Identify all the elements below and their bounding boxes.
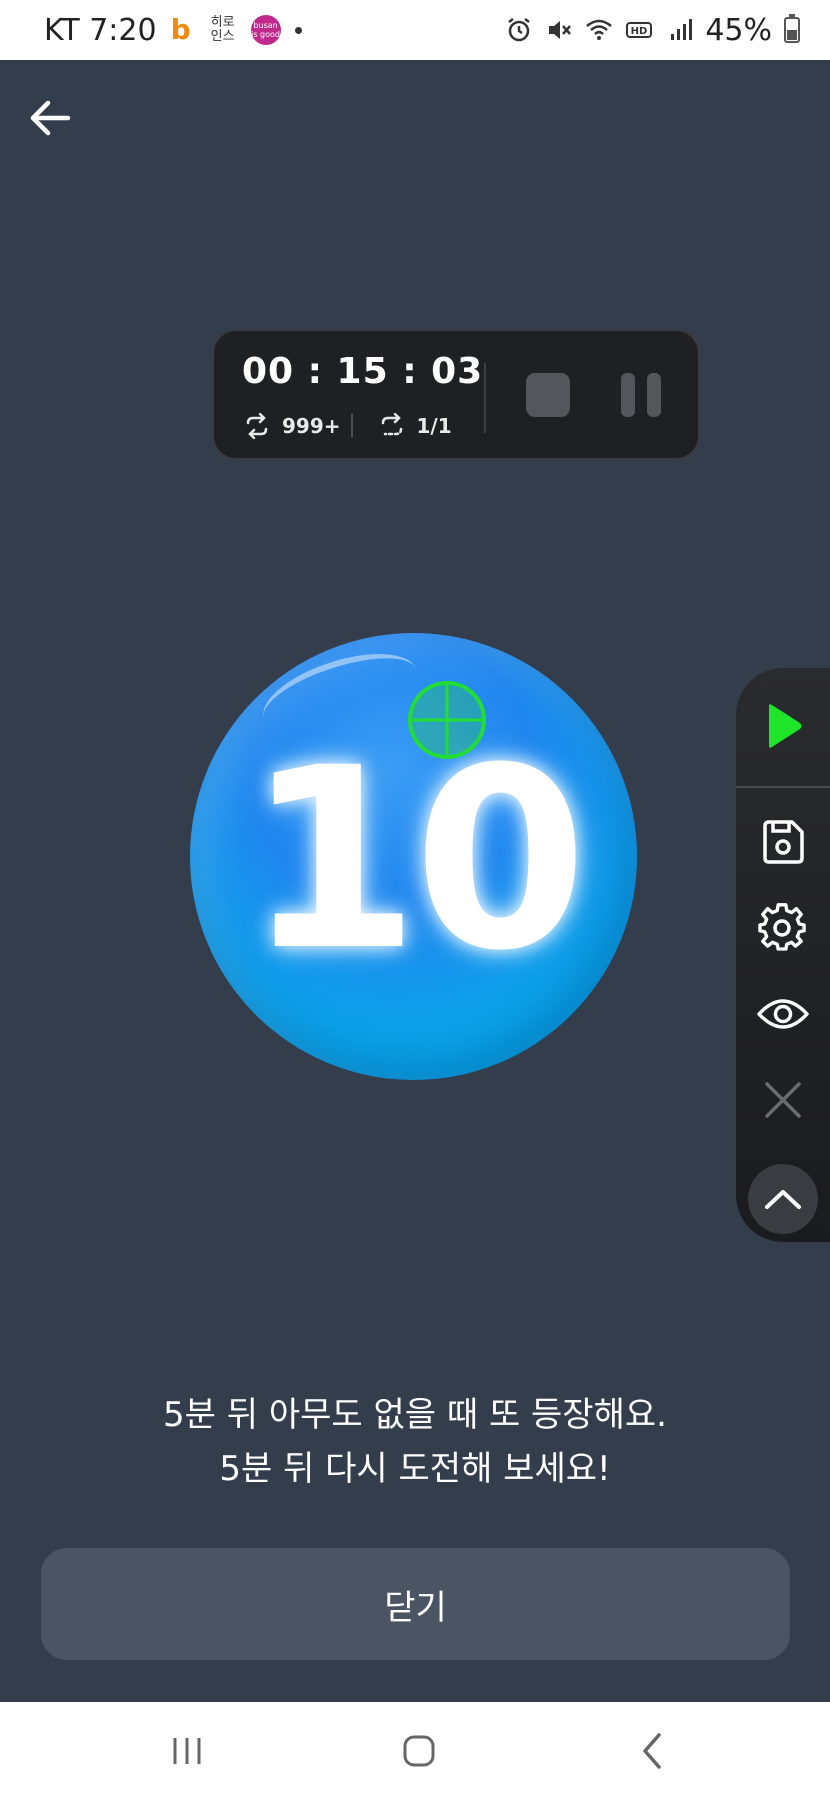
app-hiro-icon: 히로 인스 (210, 15, 235, 44)
home-button[interactable] (394, 1726, 444, 1776)
stop-button[interactable] (526, 373, 570, 417)
mute-icon (549, 21, 572, 39)
ball-number: 10 (245, 714, 588, 1005)
save-icon (763, 820, 804, 864)
stats-divider (350, 414, 353, 438)
alarm-icon (508, 18, 531, 42)
visibility-button[interactable] (753, 984, 813, 1044)
info-message: 5분 뒤 아무도 없을 때 또 등장해요. 5분 뒤 다시 도전해 보세요! (0, 1388, 830, 1496)
repeat-count: 999+ (282, 414, 341, 438)
play-button[interactable] (753, 696, 813, 756)
settings-button[interactable] (753, 898, 813, 958)
message-line-2: 5분 뒤 다시 도전해 보세요! (219, 1449, 611, 1489)
arrow-left-icon (30, 100, 71, 136)
app-b-icon: b (170, 13, 191, 46)
close-button[interactable]: 닫기 (41, 1548, 790, 1660)
eye-icon (757, 999, 809, 1029)
number-ball[interactable]: 10 (190, 633, 637, 1080)
gear-icon (758, 903, 806, 951)
status-bar: KT 7:20 b 히로 인스 busan is good HD 45% (0, 0, 830, 60)
close-icon (765, 1082, 801, 1118)
battery-icon (784, 14, 800, 43)
collapse-toolbar-button[interactable] (748, 1164, 818, 1234)
wifi-icon (586, 19, 613, 40)
back-button[interactable] (24, 92, 76, 144)
app-busan-icon: busan is good (250, 15, 281, 45)
panel-divider (484, 363, 486, 433)
recent-apps-icon (173, 1738, 201, 1764)
status-left: KT 7:20 b 히로 인스 busan is good (44, 13, 302, 48)
carrier-time: KT 7:20 (44, 12, 157, 48)
hd-icon: HD (626, 22, 653, 38)
round-count: 1/1 (416, 414, 452, 438)
toolbar-divider (736, 786, 830, 788)
battery-percent: 45% (705, 12, 772, 48)
system-back-button[interactable] (628, 1726, 678, 1776)
pause-button[interactable] (619, 373, 663, 417)
navigation-bar (0, 1702, 830, 1798)
timer-time: 00 : 15 : 03 (242, 351, 484, 392)
notification-dot-icon (294, 26, 302, 34)
save-button[interactable] (753, 812, 813, 872)
play-icon (769, 704, 802, 748)
status-right: HD 45% (505, 13, 800, 48)
timer-stats: 999+ 1/1 (242, 413, 452, 439)
round-icon (381, 413, 402, 436)
home-icon (403, 1735, 435, 1767)
chevron-up-icon (765, 1190, 801, 1209)
side-toolbar (736, 668, 830, 1242)
back-icon (643, 1733, 661, 1769)
repeat-icon (246, 413, 268, 439)
svg-text:HD: HD (631, 26, 648, 37)
message-line-1: 5분 뒤 아무도 없을 때 또 등장해요. (163, 1395, 667, 1435)
close-toolbar-button[interactable] (753, 1070, 813, 1130)
recent-apps-button[interactable] (162, 1726, 212, 1776)
signal-icon (671, 19, 693, 40)
timer-panel: 00 : 15 : 03 999+ 1/1 (212, 329, 700, 460)
